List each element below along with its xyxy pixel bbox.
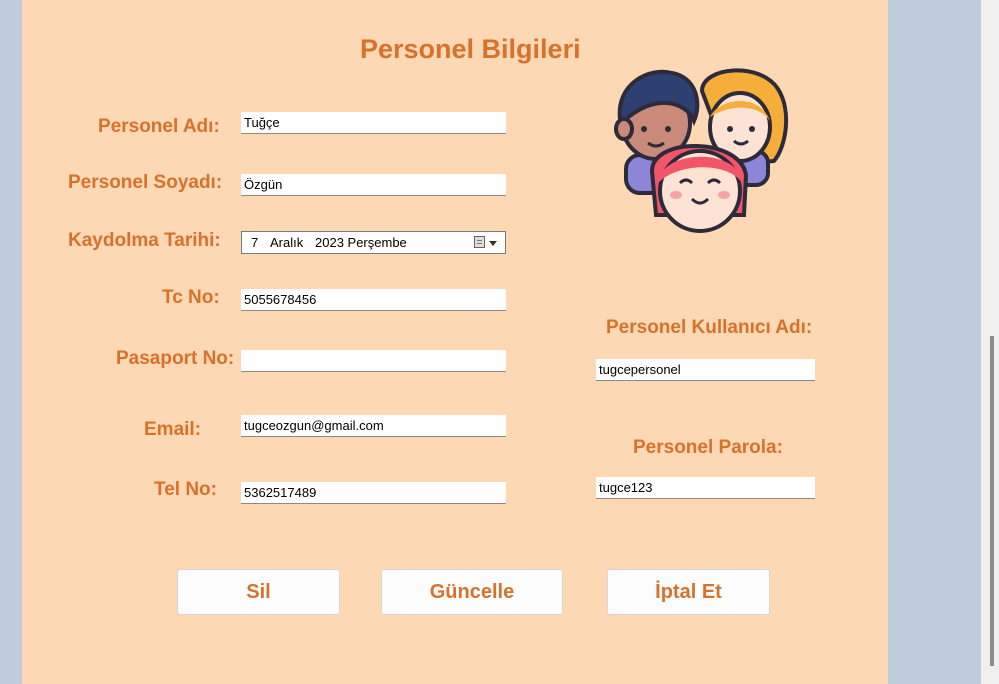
label-personel-soyadi: Personel Soyadı: [68, 172, 223, 193]
date-day: 7 [251, 235, 259, 250]
pasaport-no-input[interactable] [241, 350, 506, 372]
parola-input[interactable]: tugce123 [596, 477, 815, 499]
dropdown-arrow-icon[interactable] [489, 241, 497, 246]
personel-adi-input[interactable]: Tuğçe [241, 112, 506, 134]
date-month: Aralık [270, 235, 304, 250]
label-email: Email: [144, 419, 202, 440]
people-group-icon [614, 68, 789, 233]
label-kaydolma-tarihi: Kaydolma Tarihi: [68, 230, 221, 251]
calendar-icon[interactable] [474, 236, 485, 248]
kaydolma-tarihi-datepicker[interactable]: 7 Aralık 2023 Perşembe [241, 231, 506, 254]
window-background [888, 0, 981, 684]
kullanici-adi-input[interactable]: tugcepersonel [596, 359, 815, 381]
email-input[interactable]: tugceozgun@gmail.com [241, 415, 506, 437]
update-button[interactable]: Güncelle [381, 569, 563, 615]
label-parola: Personel Parola: [633, 437, 783, 458]
label-pasaport-no: Pasaport No: [116, 348, 235, 369]
tc-no-input[interactable]: 5055678456 [241, 289, 506, 311]
label-tc-no: Tc No: [162, 287, 220, 308]
page-title: Personel Bilgileri [360, 34, 581, 64]
date-year-weekday: 2023 Perşembe [315, 235, 407, 250]
cancel-button[interactable]: İptal Et [607, 569, 770, 615]
label-tel-no: Tel No: [154, 479, 217, 500]
tel-no-input[interactable]: 5362517489 [241, 482, 506, 504]
label-personel-adi: Personel Adı: [98, 116, 220, 137]
scrollbar-thumb[interactable] [990, 336, 994, 666]
delete-button[interactable]: Sil [177, 569, 340, 615]
label-kullanici-adi: Personel Kullanıcı Adı: [606, 317, 813, 338]
personel-soyadi-input[interactable]: Özgün [241, 174, 506, 196]
